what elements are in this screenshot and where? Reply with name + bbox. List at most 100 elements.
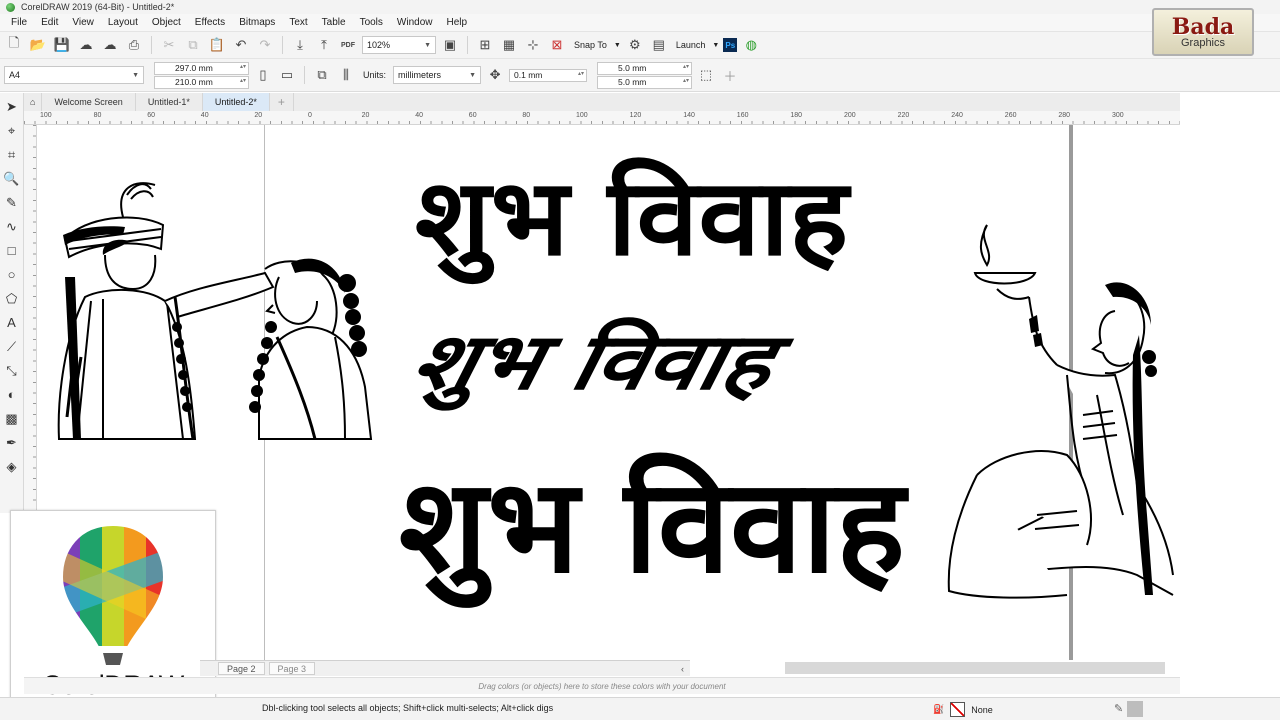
page-width-field[interactable]: 297.0 mm ▴▾ [154, 61, 249, 75]
scroll-left-icon[interactable]: ‹ [681, 664, 684, 674]
woman-with-lamp-illustration[interactable] [937, 215, 1180, 645]
menu-help[interactable]: Help [440, 17, 475, 28]
crop-tool-icon[interactable]: ⌗ [3, 145, 21, 164]
menu-effects[interactable]: Effects [188, 17, 232, 28]
artistic-media-icon[interactable]: ∿ [3, 217, 21, 236]
page-height-field[interactable]: 210.0 mm ▴▾ [154, 75, 249, 89]
options-gear-icon[interactable]: ⚙ [625, 35, 645, 55]
show-guidelines-icon[interactable]: ⊹ [523, 35, 543, 55]
chevron-down-icon[interactable]: ▼ [712, 42, 719, 49]
connector-tool-icon[interactable]: ⤡ [3, 361, 21, 380]
document-palette[interactable]: Drag colors (or objects) here to store t… [24, 677, 1180, 694]
menu-text[interactable]: Text [282, 17, 314, 28]
undo-icon[interactable]: ↶ [231, 35, 251, 55]
copy-icon[interactable]: ⧉ [183, 35, 203, 55]
page-size-combo[interactable]: A4 ▼ [4, 66, 144, 84]
menu-bitmaps[interactable]: Bitmaps [232, 17, 282, 28]
shape-tool-icon[interactable]: ⌖ [3, 121, 21, 140]
page-tab-2[interactable]: Page 2 [218, 662, 265, 675]
menu-edit[interactable]: Edit [34, 17, 65, 28]
fill-indicator[interactable]: ⛽ None [933, 702, 993, 717]
menu-table[interactable]: Table [315, 17, 353, 28]
horizontal-scrollbar[interactable] [785, 662, 1165, 674]
open-icon[interactable]: 📂 [28, 35, 48, 55]
tab-welcome-screen[interactable]: Welcome Screen [42, 93, 136, 111]
zoom-level-combo[interactable]: 102% ▼ [362, 36, 436, 54]
cloud-download-icon[interactable]: ☁ [76, 35, 96, 55]
spinner-icon[interactable]: ▴▾ [240, 77, 246, 84]
fill-bucket-icon: ⛽ [933, 704, 945, 714]
import-icon[interactable]: ⤓ [290, 35, 310, 55]
redo-icon[interactable]: ↷ [255, 35, 275, 55]
photoshop-icon[interactable]: Ps [723, 38, 738, 52]
chevron-down-icon[interactable]: ▼ [614, 42, 621, 49]
full-screen-preview-icon[interactable]: ▣ [440, 35, 460, 55]
zoom-tool-icon[interactable]: 🔍 [3, 169, 21, 188]
spinner-icon[interactable]: ▴▾ [683, 63, 689, 70]
snap-to-dropdown[interactable]: Snap To [571, 40, 610, 50]
nudge-distance-field[interactable]: 0.1 mm ▴▾ [509, 68, 588, 82]
fill-value: None [971, 704, 993, 715]
interactive-fill-icon[interactable]: ◈ [3, 457, 21, 476]
dimension-tool-icon[interactable]: ⟋ [3, 337, 21, 356]
snap-off-icon[interactable]: ⊠ [547, 35, 567, 55]
cloud-upload-icon[interactable]: ☁ [100, 35, 120, 55]
spinner-icon[interactable]: ▴▾ [578, 70, 584, 77]
shubh-vivah-text-1[interactable]: शुभ विवाह [415, 165, 848, 271]
duplicate-y-field[interactable]: 5.0 mm ▴▾ [597, 75, 693, 89]
all-pages-icon[interactable]: ⧉ [312, 65, 332, 85]
pick-tool-icon[interactable]: ➤ [3, 97, 21, 116]
launch-dropdown[interactable]: Launch [673, 40, 709, 50]
spinner-icon[interactable]: ▴▾ [240, 63, 246, 70]
freehand-tool-icon[interactable]: ✎ [3, 193, 21, 212]
home-icon[interactable]: ⌂ [24, 93, 43, 111]
cut-icon[interactable]: ✂ [159, 35, 179, 55]
outline-color-swatch[interactable] [1127, 701, 1143, 717]
groom-bride-illustration[interactable] [45, 177, 385, 452]
new-document-icon[interactable]: 🗋 [4, 35, 24, 55]
vertical-ruler[interactable] [24, 125, 37, 515]
launch-app-icon[interactable]: ▤ [649, 35, 669, 55]
standard-toolbar: 🗋 📂 💾 ☁ ☁ ⎙ ✂ ⧉ 📋 ↶ ↷ ⤓ ⤒ PDF 102% ▼ ▣ ⊞… [0, 31, 1280, 58]
publish-pdf-icon[interactable]: PDF [338, 35, 358, 55]
page-size-value: A4 [9, 70, 21, 80]
show-grid-icon[interactable]: ▦ [499, 35, 519, 55]
save-icon[interactable]: 💾 [52, 35, 72, 55]
menu-window[interactable]: Window [390, 17, 440, 28]
separator [304, 66, 305, 84]
shubh-vivah-text-2[interactable]: शुभ विवाह [404, 316, 781, 407]
outline-pen-icon[interactable]: ✎ [1114, 702, 1123, 715]
menu-layout[interactable]: Layout [101, 17, 145, 28]
tab-untitled-1[interactable]: Untitled-1* [136, 93, 203, 111]
ellipse-tool-icon[interactable]: ○ [3, 265, 21, 284]
treat-as-filled-icon[interactable]: ⬚ [696, 65, 716, 85]
show-rulers-icon[interactable]: ⊞ [475, 35, 495, 55]
landscape-icon[interactable]: ▭ [277, 65, 297, 85]
corel-connect-icon[interactable]: ◍ [741, 35, 761, 55]
duplicate-x-field[interactable]: 5.0 mm ▴▾ [597, 61, 693, 75]
menu-view[interactable]: View [65, 17, 101, 28]
menu-file[interactable]: File [4, 17, 34, 28]
paste-icon[interactable]: 📋 [207, 35, 227, 55]
print-icon[interactable]: ⎙ [124, 35, 144, 55]
spinner-icon[interactable]: ▴▾ [683, 77, 689, 84]
shadow-tool-icon[interactable]: ◐ [3, 385, 21, 404]
units-combo[interactable]: millimeters ▼ [393, 66, 482, 84]
rectangle-tool-icon[interactable]: □ [3, 241, 21, 260]
menu-bar: File Edit View Layout Object Effects Bit… [0, 14, 1280, 31]
menu-object[interactable]: Object [145, 17, 188, 28]
page-tab-3[interactable]: Page 3 [268, 662, 316, 675]
horizontal-ruler[interactable]: 100 80 60 40 20 0 20 40 60 80 100 120 140 160 180 200 22… [24, 111, 1180, 125]
tab-untitled-2[interactable]: Untitled-2* [202, 93, 270, 111]
polygon-tool-icon[interactable]: ⬠ [3, 289, 21, 308]
add-icon[interactable]: ＋ [720, 65, 740, 85]
menu-tools[interactable]: Tools [353, 17, 390, 28]
text-tool-icon[interactable]: A [3, 313, 21, 332]
export-icon[interactable]: ⤒ [314, 35, 334, 55]
new-tab-icon[interactable]: + [270, 93, 294, 111]
shubh-vivah-text-3[interactable]: शुभ विवाह [399, 461, 905, 591]
transparency-tool-icon[interactable]: ▩ [3, 409, 21, 428]
current-page-icon[interactable]: ⫼ [336, 65, 356, 85]
portrait-icon[interactable]: ▯ [253, 65, 273, 85]
eyedropper-icon[interactable]: ✒ [3, 433, 21, 452]
